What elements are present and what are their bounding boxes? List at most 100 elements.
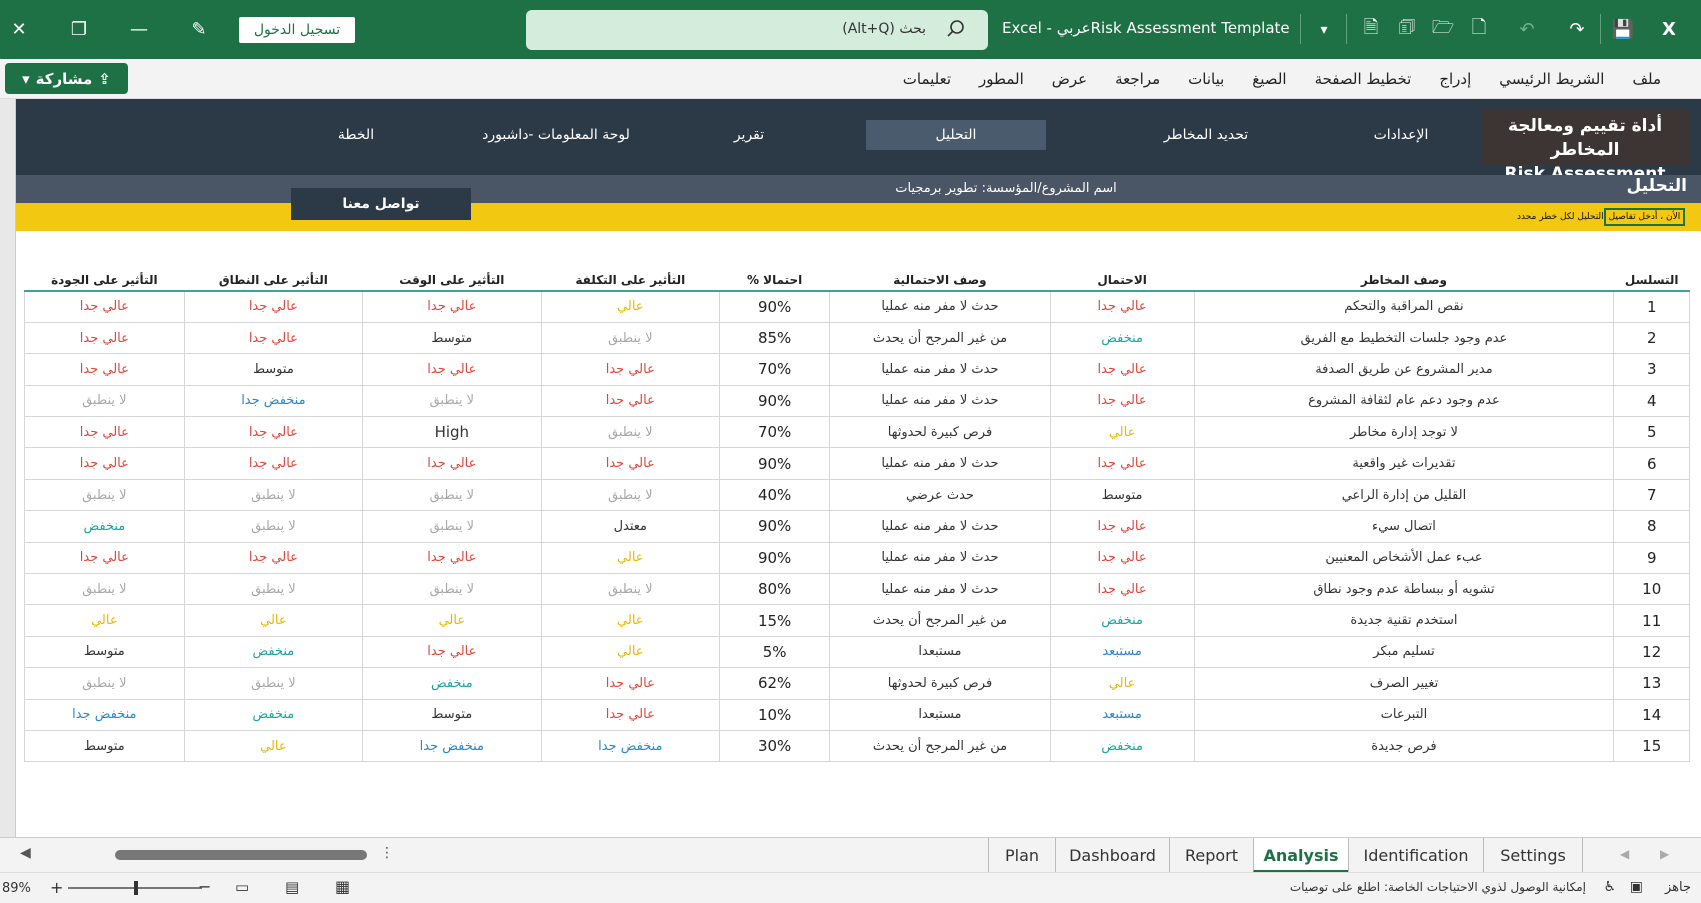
cell-time-impact[interactable]: منخفض — [362, 667, 542, 700]
cell-seq[interactable]: 6 — [1613, 447, 1690, 480]
cell-probability[interactable]: 90% — [719, 290, 831, 323]
cell-likelihood-description[interactable]: حدث لا مفر منه عمليا — [829, 353, 1051, 386]
zoom-slider[interactable] — [68, 881, 202, 895]
cell-likelihood[interactable]: عالي جدا — [1049, 510, 1195, 543]
cell-scope-impact[interactable]: عالي — [183, 729, 364, 763]
cell-quality-impact[interactable]: لا ينطبق — [24, 478, 185, 512]
nav-tab-plan[interactable]: الخطة — [296, 120, 416, 150]
menu-insert[interactable]: إدراج — [1425, 70, 1485, 88]
cell-probability[interactable]: 70% — [719, 353, 831, 386]
cell-risk-description[interactable]: القليل من إدارة الراعي — [1193, 478, 1615, 512]
cell-likelihood[interactable]: عالي جدا — [1049, 290, 1195, 323]
cell-time-impact[interactable]: عالي جدا — [362, 290, 542, 323]
macro-icon[interactable]: ▣ — [1630, 879, 1643, 895]
cell-likelihood-description[interactable]: حدث لا مفر منه عمليا — [829, 541, 1051, 575]
cell-time-impact[interactable]: لا ينطبق — [362, 573, 542, 606]
cell-probability[interactable]: 90% — [719, 541, 831, 575]
nav-tab-settings[interactable]: الإعدادات — [1326, 120, 1476, 150]
next-sheet-icon[interactable]: ▶ — [1660, 847, 1669, 861]
cell-probability[interactable]: 15% — [719, 604, 831, 637]
selected-cell[interactable]: الأن ، أدخل تفاصيل — [1603, 208, 1686, 226]
menu-page-layout[interactable]: تخطيط الصفحة — [1301, 70, 1426, 88]
save-as-icon[interactable]: 🗊 — [1388, 0, 1426, 59]
sheet-tab-dashboard[interactable]: Dashboard — [1055, 838, 1169, 873]
cell-probability[interactable]: 80% — [719, 573, 831, 606]
cell-likelihood[interactable]: عالي جدا — [1049, 384, 1195, 418]
sheet-tab-report[interactable]: Report — [1169, 838, 1253, 873]
cell-likelihood-description[interactable]: من غير المرجح أن يحدث — [829, 729, 1051, 763]
nav-tab-report[interactable]: تقرير — [684, 120, 814, 150]
cell-quality-impact[interactable]: عالي جدا — [24, 321, 185, 355]
cell-seq[interactable]: 9 — [1613, 541, 1690, 575]
cell-quality-impact[interactable]: منخفض جدا — [24, 698, 185, 731]
cell-likelihood-description[interactable]: حدث لا مفر منه عمليا — [829, 384, 1051, 418]
cell-quality-impact[interactable]: عالي جدا — [24, 541, 185, 575]
cell-time-impact[interactable]: متوسط — [362, 321, 542, 355]
cell-likelihood-description[interactable]: فرص كبيرة لحدوثها — [829, 416, 1051, 449]
cell-likelihood-description[interactable]: مستبعدا — [829, 698, 1051, 731]
cell-likelihood[interactable]: عالي — [1049, 667, 1195, 700]
cell-likelihood[interactable]: عالي — [1049, 416, 1195, 449]
login-button[interactable]: تسجيل الدخول — [239, 17, 355, 43]
cell-scope-impact[interactable]: لا ينطبق — [183, 667, 364, 700]
zoom-out-icon[interactable]: − — [198, 877, 211, 896]
cell-seq[interactable]: 11 — [1613, 604, 1690, 637]
cell-risk-description[interactable]: تغيير الصرف — [1193, 667, 1615, 700]
cell-quality-impact[interactable]: متوسط — [24, 635, 185, 669]
cell-scope-impact[interactable]: لا ينطبق — [183, 510, 364, 543]
cell-probability[interactable]: 62% — [719, 667, 831, 700]
sheet-tab-analysis[interactable]: Analysis — [1253, 838, 1348, 873]
cell-risk-description[interactable]: فرص جديدة — [1193, 729, 1615, 763]
cell-likelihood[interactable]: منخفض — [1049, 729, 1195, 763]
menu-home[interactable]: الشريط الرئيسي — [1485, 70, 1618, 88]
cell-quality-impact[interactable]: عالي جدا — [24, 353, 185, 386]
cell-quality-impact[interactable]: متوسط — [24, 729, 185, 763]
cell-time-impact[interactable]: عالي — [362, 604, 542, 637]
instruction-cell[interactable]: الأن ، أدخل تفاصيل التحليل لكل خطر محدد — [1517, 205, 1693, 229]
cell-scope-impact[interactable]: عالي — [183, 604, 364, 637]
cell-risk-description[interactable]: تشويه أو ببساطة عدم وجود نطاق — [1193, 573, 1615, 606]
cell-probability[interactable]: 30% — [719, 729, 831, 763]
new-file-icon[interactable]: 🗋 — [1460, 0, 1498, 59]
cell-seq[interactable]: 13 — [1613, 667, 1690, 700]
print-preview-icon[interactable]: 🗎 — [1352, 0, 1390, 59]
cell-cost-impact[interactable]: منخفض جدا — [540, 729, 721, 763]
cell-likelihood[interactable]: منخفض — [1049, 604, 1195, 637]
cell-cost-impact[interactable]: عالي جدا — [540, 667, 721, 700]
minimize-icon[interactable]: — — [120, 0, 158, 59]
cell-seq[interactable]: 5 — [1613, 416, 1690, 449]
sheet-tab-identification[interactable]: Identification — [1348, 838, 1483, 873]
cell-quality-impact[interactable]: عالي جدا — [24, 447, 185, 480]
accessibility-status[interactable]: إمكانية الوصول لذوي الاحتياجات الخاصة: ا… — [1290, 880, 1586, 894]
close-icon[interactable]: ✕ — [0, 0, 38, 59]
cell-seq[interactable]: 1 — [1613, 290, 1690, 323]
cell-cost-impact[interactable]: لا ينطبق — [540, 573, 721, 606]
share-button[interactable]: ▾ مشاركة ⇪ — [5, 63, 128, 94]
cell-cost-impact[interactable]: عالي جدا — [540, 698, 721, 731]
redo-icon[interactable]: ↷ — [1558, 0, 1596, 59]
cell-probability[interactable]: 90% — [719, 447, 831, 480]
pen-icon[interactable]: ✎ — [180, 0, 218, 59]
cell-likelihood[interactable]: عالي جدا — [1049, 541, 1195, 575]
cell-cost-impact[interactable]: لا ينطبق — [540, 321, 721, 355]
menu-help[interactable]: تعليمات — [889, 70, 965, 88]
menu-data[interactable]: بيانات — [1174, 70, 1238, 88]
cell-time-impact[interactable]: لا ينطبق — [362, 384, 542, 418]
cell-quality-impact[interactable]: عالي — [24, 604, 185, 637]
cell-cost-impact[interactable]: عالي — [540, 604, 721, 637]
menu-developer[interactable]: المطور — [965, 70, 1038, 88]
zoom-slider-knob[interactable] — [134, 881, 138, 895]
sheet-tab-plan[interactable]: Plan — [988, 838, 1055, 873]
cell-quality-impact[interactable]: عالي جدا — [24, 290, 185, 323]
cell-risk-description[interactable]: مدير المشروع عن طريق الصدفة — [1193, 353, 1615, 386]
undo-icon[interactable]: ↶ — [1508, 0, 1546, 59]
cell-cost-impact[interactable]: عالي جدا — [540, 447, 721, 480]
cell-cost-impact[interactable]: عالي — [540, 290, 721, 323]
cell-probability[interactable]: 70% — [719, 416, 831, 449]
cell-seq[interactable]: 2 — [1613, 321, 1690, 355]
cell-likelihood-description[interactable]: فرص كبيرة لحدوثها — [829, 667, 1051, 700]
cell-likelihood[interactable]: منخفض — [1049, 321, 1195, 355]
cell-probability[interactable]: 5% — [719, 635, 831, 669]
cell-seq[interactable]: 3 — [1613, 353, 1690, 386]
cell-likelihood-description[interactable]: حدث لا مفر منه عمليا — [829, 510, 1051, 543]
